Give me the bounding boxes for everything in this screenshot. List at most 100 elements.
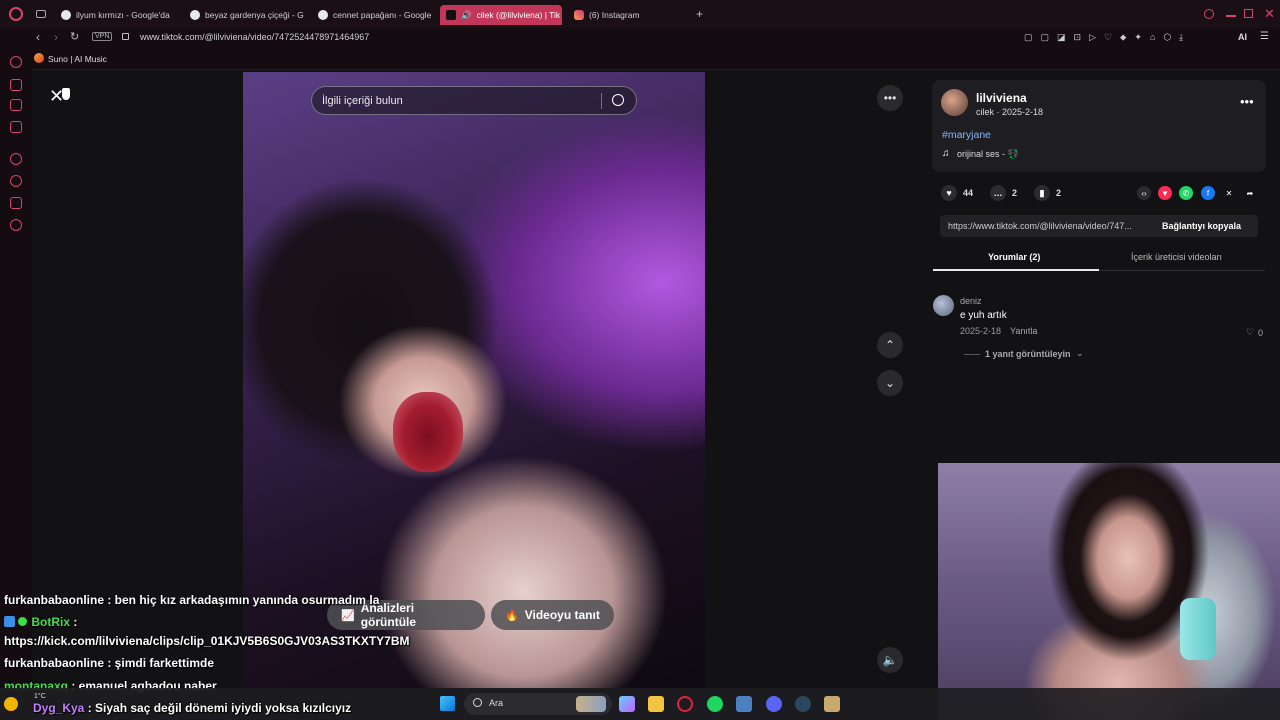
embed-icon[interactable]: ‹› [1137, 186, 1151, 200]
search-tabs-icon[interactable] [1204, 9, 1214, 19]
search-icon[interactable] [612, 94, 624, 106]
comment-like-icon[interactable]: ♡ [1246, 327, 1254, 338]
search-icon [473, 698, 482, 707]
steam-icon[interactable] [795, 696, 811, 712]
bookmark-suno[interactable]: Suno | AI Music [48, 54, 107, 64]
settings-icon[interactable] [10, 219, 22, 231]
comment-date: 2025-2-18 [960, 326, 1002, 336]
heart-icon: ♥ [941, 185, 957, 201]
tab-comments[interactable]: Yorumlar (2) [988, 252, 1040, 262]
comment-stat[interactable]: … 2 [990, 185, 1017, 201]
chart-icon: 📈 [341, 609, 355, 622]
comment-text: e yuh artık [960, 310, 1007, 321]
tab-google-1[interactable]: ilyum kırmızı - Google'da [55, 5, 175, 25]
crypto-wallet-icon[interactable] [10, 79, 22, 91]
tab-google-3[interactable]: cennet papağanı - Google [312, 5, 432, 25]
chat-message: furkanbabaonline : şimdi farkettimde [4, 656, 215, 670]
new-tab-button[interactable]: + [696, 7, 703, 21]
view-replies-button[interactable]: 1 yanıt görüntüleyin [985, 349, 1071, 359]
history-icon[interactable] [10, 175, 22, 187]
opera-sidebar [0, 48, 32, 688]
share-icon[interactable]: ➦ [1243, 186, 1257, 200]
toolbar-icons: ▢▢◪⊡▷♡⬥✦⌂⬡⤓ [1024, 32, 1192, 42]
post-link[interactable]: https://www.tiktok.com/@lilviviena/video… [948, 221, 1132, 231]
comment-avatar[interactable] [933, 295, 954, 316]
bookmarks-icon[interactable] [10, 99, 22, 111]
webcam-overlay [938, 463, 1280, 720]
search-divider [601, 93, 602, 109]
vpn-badge[interactable]: VPN [92, 32, 113, 41]
reply-button[interactable]: Yanıtla [1010, 326, 1037, 336]
menu-icon[interactable]: ☰ [1260, 31, 1269, 42]
tab-creator-videos[interactable]: İçerik üreticisi videoları [1131, 252, 1222, 262]
taskbar-search[interactable]: Ara [464, 693, 612, 715]
file-explorer-icon[interactable] [648, 696, 664, 712]
related-search-box[interactable]: İlgili içeriği bulun [311, 86, 637, 115]
opera-logo-icon[interactable] [9, 7, 23, 21]
comment-like-count: 0 [1258, 328, 1264, 338]
whatsapp-icon[interactable]: ✆ [1179, 186, 1193, 200]
reload-button[interactable]: ↻ [70, 30, 79, 43]
start-button[interactable] [440, 696, 455, 711]
replies-line [964, 354, 980, 355]
more-options-button[interactable]: ••• [877, 85, 903, 111]
tab-overview-icon[interactable] [36, 10, 46, 18]
copy-link-button[interactable]: Bağlantıyı kopyala [1162, 221, 1241, 231]
close-window-button[interactable]: ✕ [1264, 6, 1275, 22]
facebook-icon[interactable]: f [1201, 186, 1215, 200]
send-icon[interactable]: ▼ [1158, 186, 1172, 200]
flame-icon: 🔥 [505, 609, 519, 622]
post-more-button[interactable]: ••• [1240, 94, 1254, 109]
messenger-icon[interactable] [10, 121, 22, 133]
back-button[interactable]: ‹ [36, 30, 40, 44]
copilot-icon[interactable] [619, 696, 635, 712]
discord-icon[interactable] [766, 696, 782, 712]
app-icon[interactable] [736, 696, 752, 712]
microphone-image [1180, 598, 1216, 660]
address-bar: ‹ › ↻ VPN www.tiktok.com/@lilviviena/vid… [0, 28, 1280, 48]
chat-message: https://kick.com/lilviviena/clips/clip_0… [4, 634, 410, 648]
extensions-icon[interactable] [10, 197, 22, 209]
volume-button[interactable]: 🔈 [877, 647, 903, 673]
spotify-icon[interactable] [707, 696, 723, 712]
verified-badge-icon [18, 617, 28, 626]
weather-icon [4, 697, 18, 711]
forward-button[interactable]: › [54, 30, 58, 44]
suno-icon [34, 53, 44, 63]
speaker-icon: 🔊 [461, 9, 472, 20]
active-tab-indicator [933, 269, 1099, 271]
like-stat[interactable]: ♥ 44 [941, 185, 973, 201]
comment-author[interactable]: deniz [960, 296, 982, 306]
creator-username[interactable]: lilviviena [976, 91, 1027, 105]
avatar[interactable] [941, 89, 968, 116]
weather-temp: 1°C [34, 693, 46, 700]
tab-tiktok[interactable]: 🔊 cilek (@lilviviena) | Tik [440, 5, 562, 25]
opera-taskbar-icon[interactable] [677, 696, 693, 712]
tiktok-icon [446, 10, 456, 20]
save-stat[interactable]: ▮ 2 [1034, 185, 1061, 201]
restore-button[interactable] [1244, 9, 1253, 18]
sound-link[interactable]: orijinal ses - 💱 [957, 149, 1019, 160]
bookmark-icon: ▮ [1034, 185, 1050, 201]
chat-message: furkanbabaonline : ben hiç kız arkadaşım… [4, 593, 380, 607]
next-video-button[interactable]: ⌄ [877, 370, 903, 396]
instagram-icon [574, 10, 584, 20]
x-icon[interactable]: ✕ [1222, 186, 1236, 200]
minimize-button[interactable] [1226, 15, 1236, 17]
link-box: https://www.tiktok.com/@lilviviena/video… [940, 215, 1258, 237]
google-icon [318, 10, 328, 20]
aria-icon[interactable] [10, 56, 22, 68]
promote-video-button[interactable]: 🔥 Videoyu tanıt [491, 600, 614, 630]
player-icon[interactable] [10, 153, 22, 165]
tab-google-2[interactable]: beyaz gardenya çiçeği - G [184, 5, 304, 25]
hashtag-link[interactable]: #maryjane [942, 129, 991, 141]
bookmark-bar: Suno | AI Music [0, 48, 1280, 70]
google-icon [190, 10, 200, 20]
previous-video-button[interactable]: ⌃ [877, 332, 903, 358]
tab-instagram[interactable]: (6) Instagram [568, 5, 688, 25]
league-icon[interactable] [824, 696, 840, 712]
ai-button[interactable]: AI [1238, 32, 1247, 42]
search-input[interactable]: İlgili içeriği bulun [322, 95, 403, 107]
url-field[interactable]: www.tiktok.com/@lilviviena/video/7472524… [140, 32, 369, 42]
chevron-down-icon: ⌄ [1076, 348, 1084, 358]
